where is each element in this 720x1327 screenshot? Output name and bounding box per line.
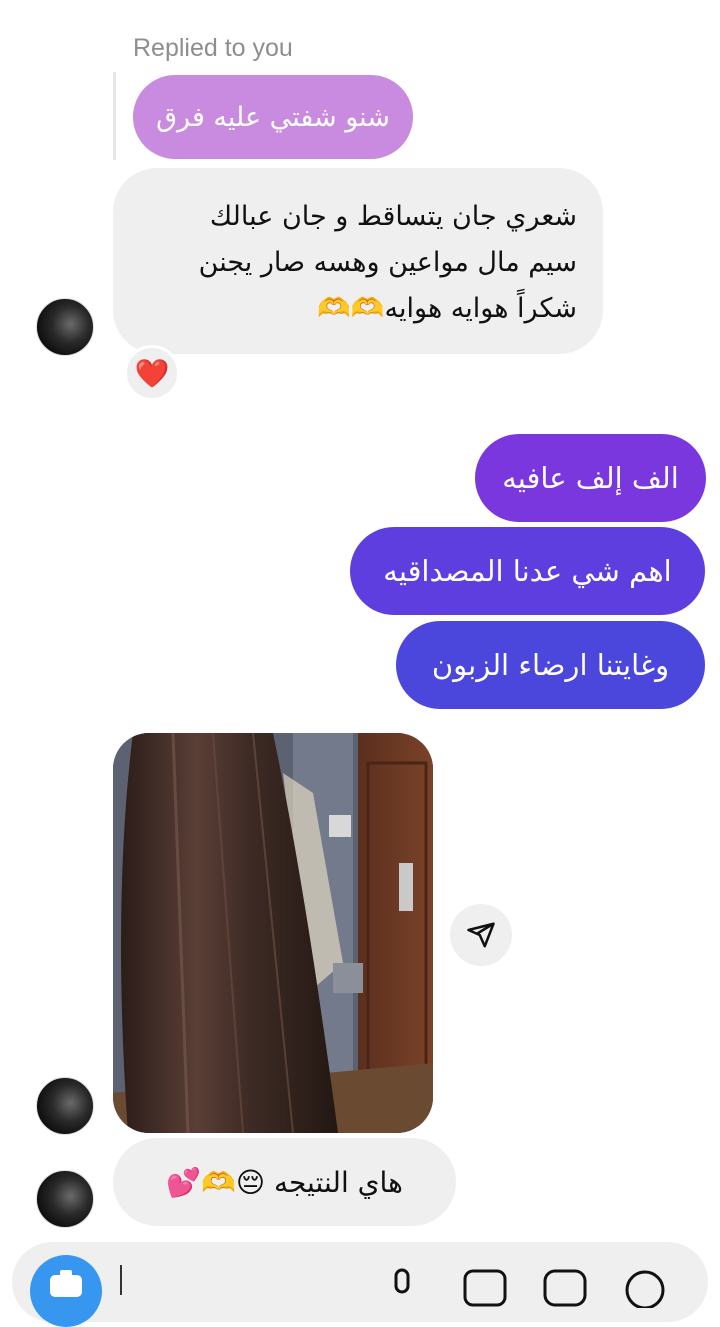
hair-result-photo[interactable]: [113, 733, 433, 1133]
plus-circle-icon[interactable]: [622, 1268, 668, 1308]
text-cursor: [120, 1265, 122, 1295]
message-line: شكراً هوايه هوايه🫶🫶: [317, 293, 577, 324]
replied-to-you-label: Replied to you: [133, 34, 293, 62]
sender-avatar[interactable]: [36, 298, 94, 356]
reply-indicator-line: [113, 72, 116, 160]
sender-avatar[interactable]: [36, 1077, 94, 1135]
incoming-message-bubble[interactable]: هاي النتيجه 😔🫶💕: [113, 1138, 456, 1226]
microphone-icon[interactable]: [387, 1268, 417, 1308]
image-icon[interactable]: [462, 1268, 508, 1308]
heart-reaction-badge[interactable]: ❤️: [124, 345, 180, 401]
quoted-message-bubble[interactable]: شنو شفتي عليه فرق: [133, 75, 413, 159]
sender-avatar[interactable]: [36, 1170, 94, 1228]
share-button[interactable]: [450, 904, 512, 966]
hair-photo-illustration: [113, 733, 433, 1133]
message-line: شعري جان يتساقط و جان عبالك: [209, 201, 577, 232]
incoming-message-bubble[interactable]: شعري جان يتساقط و جان عبالك سيم مال مواع…: [113, 168, 603, 354]
paper-plane-icon: [467, 922, 495, 948]
outgoing-message-bubble[interactable]: اهم شي عدنا المصداقيه: [350, 527, 705, 615]
outgoing-message-bubble[interactable]: وغايتنا ارضاء الزبون: [396, 621, 705, 709]
message-composer[interactable]: [12, 1242, 708, 1322]
outgoing-message-bubble[interactable]: الف إلف عافيه: [475, 434, 706, 522]
sticker-icon[interactable]: [542, 1268, 588, 1308]
camera-icon: [50, 1270, 82, 1297]
camera-button[interactable]: [30, 1255, 102, 1327]
message-line: سيم مال مواعين وهسه صار يجنن: [198, 247, 577, 278]
